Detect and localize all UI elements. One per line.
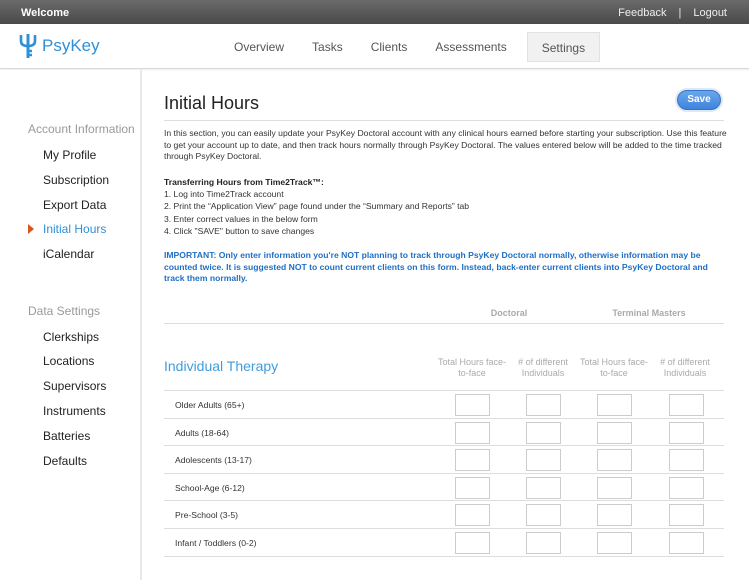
- steps-heading: Transferring Hours from Time2Track™:: [164, 177, 324, 187]
- hours-input[interactable]: [455, 394, 490, 416]
- main-navbar: PsyKey Overview Tasks Clients Assessment…: [0, 24, 749, 69]
- hours-input[interactable]: [455, 532, 490, 554]
- important-notice: IMPORTANT: Only enter information you're…: [164, 250, 708, 283]
- logo-name: PsyKey: [42, 36, 100, 55]
- hours-input[interactable]: [455, 476, 490, 499]
- trident-key-icon: [19, 34, 37, 58]
- hours-input[interactable]: [455, 421, 490, 444]
- hours-input[interactable]: [669, 394, 704, 416]
- step-item: 1. Log into Time2Track account: [164, 189, 284, 200]
- hours-input[interactable]: [669, 421, 704, 444]
- hours-input[interactable]: [597, 421, 632, 444]
- page-title: Initial Hours: [164, 93, 260, 113]
- sidebar-item-export-data[interactable]: Export Data: [43, 198, 106, 212]
- hours-input[interactable]: [597, 532, 632, 554]
- sidebar-item-supervisors[interactable]: Supervisors: [43, 379, 106, 393]
- sidebar-item-defaults[interactable]: Defaults: [43, 454, 87, 468]
- hours-input[interactable]: [597, 449, 632, 472]
- group-header-doctoral: Doctoral: [490, 308, 528, 318]
- hours-input[interactable]: [597, 394, 632, 416]
- top-bar: Welcome Feedback | Logout: [0, 0, 749, 24]
- group-divider: [164, 323, 724, 324]
- data-settings-heading: Data Settings: [28, 304, 101, 318]
- row-label: Infant / Toddlers (0-2): [175, 538, 257, 548]
- nav-tabs: Overview Tasks Clients Assessments Setti…: [220, 32, 601, 62]
- sidebar-item-my-profile[interactable]: My Profile: [43, 148, 96, 162]
- row-label: School-Age (6-12): [175, 482, 245, 493]
- row-label: Adults (18-64): [175, 427, 229, 438]
- transfer-steps: Transferring Hours from Time2Track™: 1. …: [164, 176, 469, 237]
- hours-input[interactable]: [526, 532, 561, 554]
- hours-input[interactable]: [455, 449, 490, 472]
- section-title-individual-therapy: Individual Therapy: [164, 358, 279, 374]
- row-label: Older Adults (65+): [175, 400, 245, 410]
- save-button[interactable]: Save: [677, 90, 721, 110]
- table-bottom-divider: [164, 555, 724, 557]
- column-header: # of different Individuals: [518, 357, 568, 378]
- row-label: Pre-School (3-5): [175, 510, 239, 521]
- title-divider: [164, 120, 724, 121]
- sidebar-item-icalendar[interactable]: iCalendar: [43, 247, 94, 261]
- hours-input[interactable]: [455, 504, 490, 527]
- logo[interactable]: PsyKey: [18, 32, 100, 60]
- table-row: Infant / Toddlers (0-2): [164, 528, 724, 556]
- table-row: Adolescents (13-17): [164, 445, 724, 473]
- tab-settings[interactable]: Settings: [526, 32, 601, 62]
- feedback-link[interactable]: Feedback: [618, 7, 666, 19]
- tab-clients[interactable]: Clients: [357, 32, 422, 62]
- sidebar-item-instruments[interactable]: Instruments: [43, 404, 106, 418]
- hours-input[interactable]: [669, 476, 704, 499]
- column-header: Total Hours face-to-face: [437, 357, 507, 378]
- column-header: Total Hours face-to-face: [579, 357, 649, 378]
- hours-input[interactable]: [526, 504, 561, 527]
- table-row: Adults (18-64): [164, 417, 724, 446]
- group-header-terminal-masters: Terminal Masters: [612, 308, 686, 318]
- hours-input[interactable]: [669, 532, 704, 554]
- active-arrow-icon: [28, 224, 34, 234]
- sidebar-item-locations[interactable]: Locations: [43, 354, 94, 368]
- table-row: School-Age (6-12): [164, 472, 724, 501]
- table-row: Pre-School (3-5): [164, 500, 724, 528]
- hours-input[interactable]: [526, 476, 561, 499]
- hours-input[interactable]: [669, 504, 704, 527]
- account-information-heading: Account Information: [28, 122, 135, 136]
- tab-tasks[interactable]: Tasks: [298, 32, 357, 62]
- step-item: 2. Print the “Application View” page fou…: [164, 201, 470, 212]
- hours-input[interactable]: [669, 449, 704, 472]
- sidebar-item-clerkships[interactable]: Clerkships: [43, 330, 99, 344]
- sidebar-item-initial-hours[interactable]: Initial Hours: [43, 222, 106, 236]
- hours-input[interactable]: [526, 421, 561, 444]
- hours-input[interactable]: [597, 504, 632, 527]
- hours-input[interactable]: [526, 394, 561, 416]
- sidebar-item-batteries[interactable]: Batteries: [43, 429, 90, 443]
- table-row: Older Adults (65+): [164, 390, 724, 418]
- step-item: 4. Click "SAVE" button to save changes: [164, 225, 315, 236]
- sidebar-item-subscription[interactable]: Subscription: [43, 173, 109, 187]
- settings-sidebar: Account Information My Profile Subscript…: [0, 70, 142, 580]
- tab-assessments[interactable]: Assessments: [421, 32, 520, 62]
- hours-input[interactable]: [526, 449, 561, 472]
- row-label: Adolescents (13-17): [175, 455, 252, 466]
- intro-text: In this section, you can easily update y…: [164, 128, 727, 161]
- welcome-label: Welcome: [21, 7, 70, 19]
- tab-overview[interactable]: Overview: [220, 32, 298, 62]
- step-item: 3. Enter correct values in the below for…: [164, 213, 318, 224]
- logout-link[interactable]: Logout: [693, 7, 727, 19]
- hours-input[interactable]: [597, 476, 632, 499]
- link-separator: |: [678, 7, 682, 19]
- column-header: # of different Individuals: [660, 357, 710, 378]
- top-links: Feedback | Logout: [618, 7, 727, 19]
